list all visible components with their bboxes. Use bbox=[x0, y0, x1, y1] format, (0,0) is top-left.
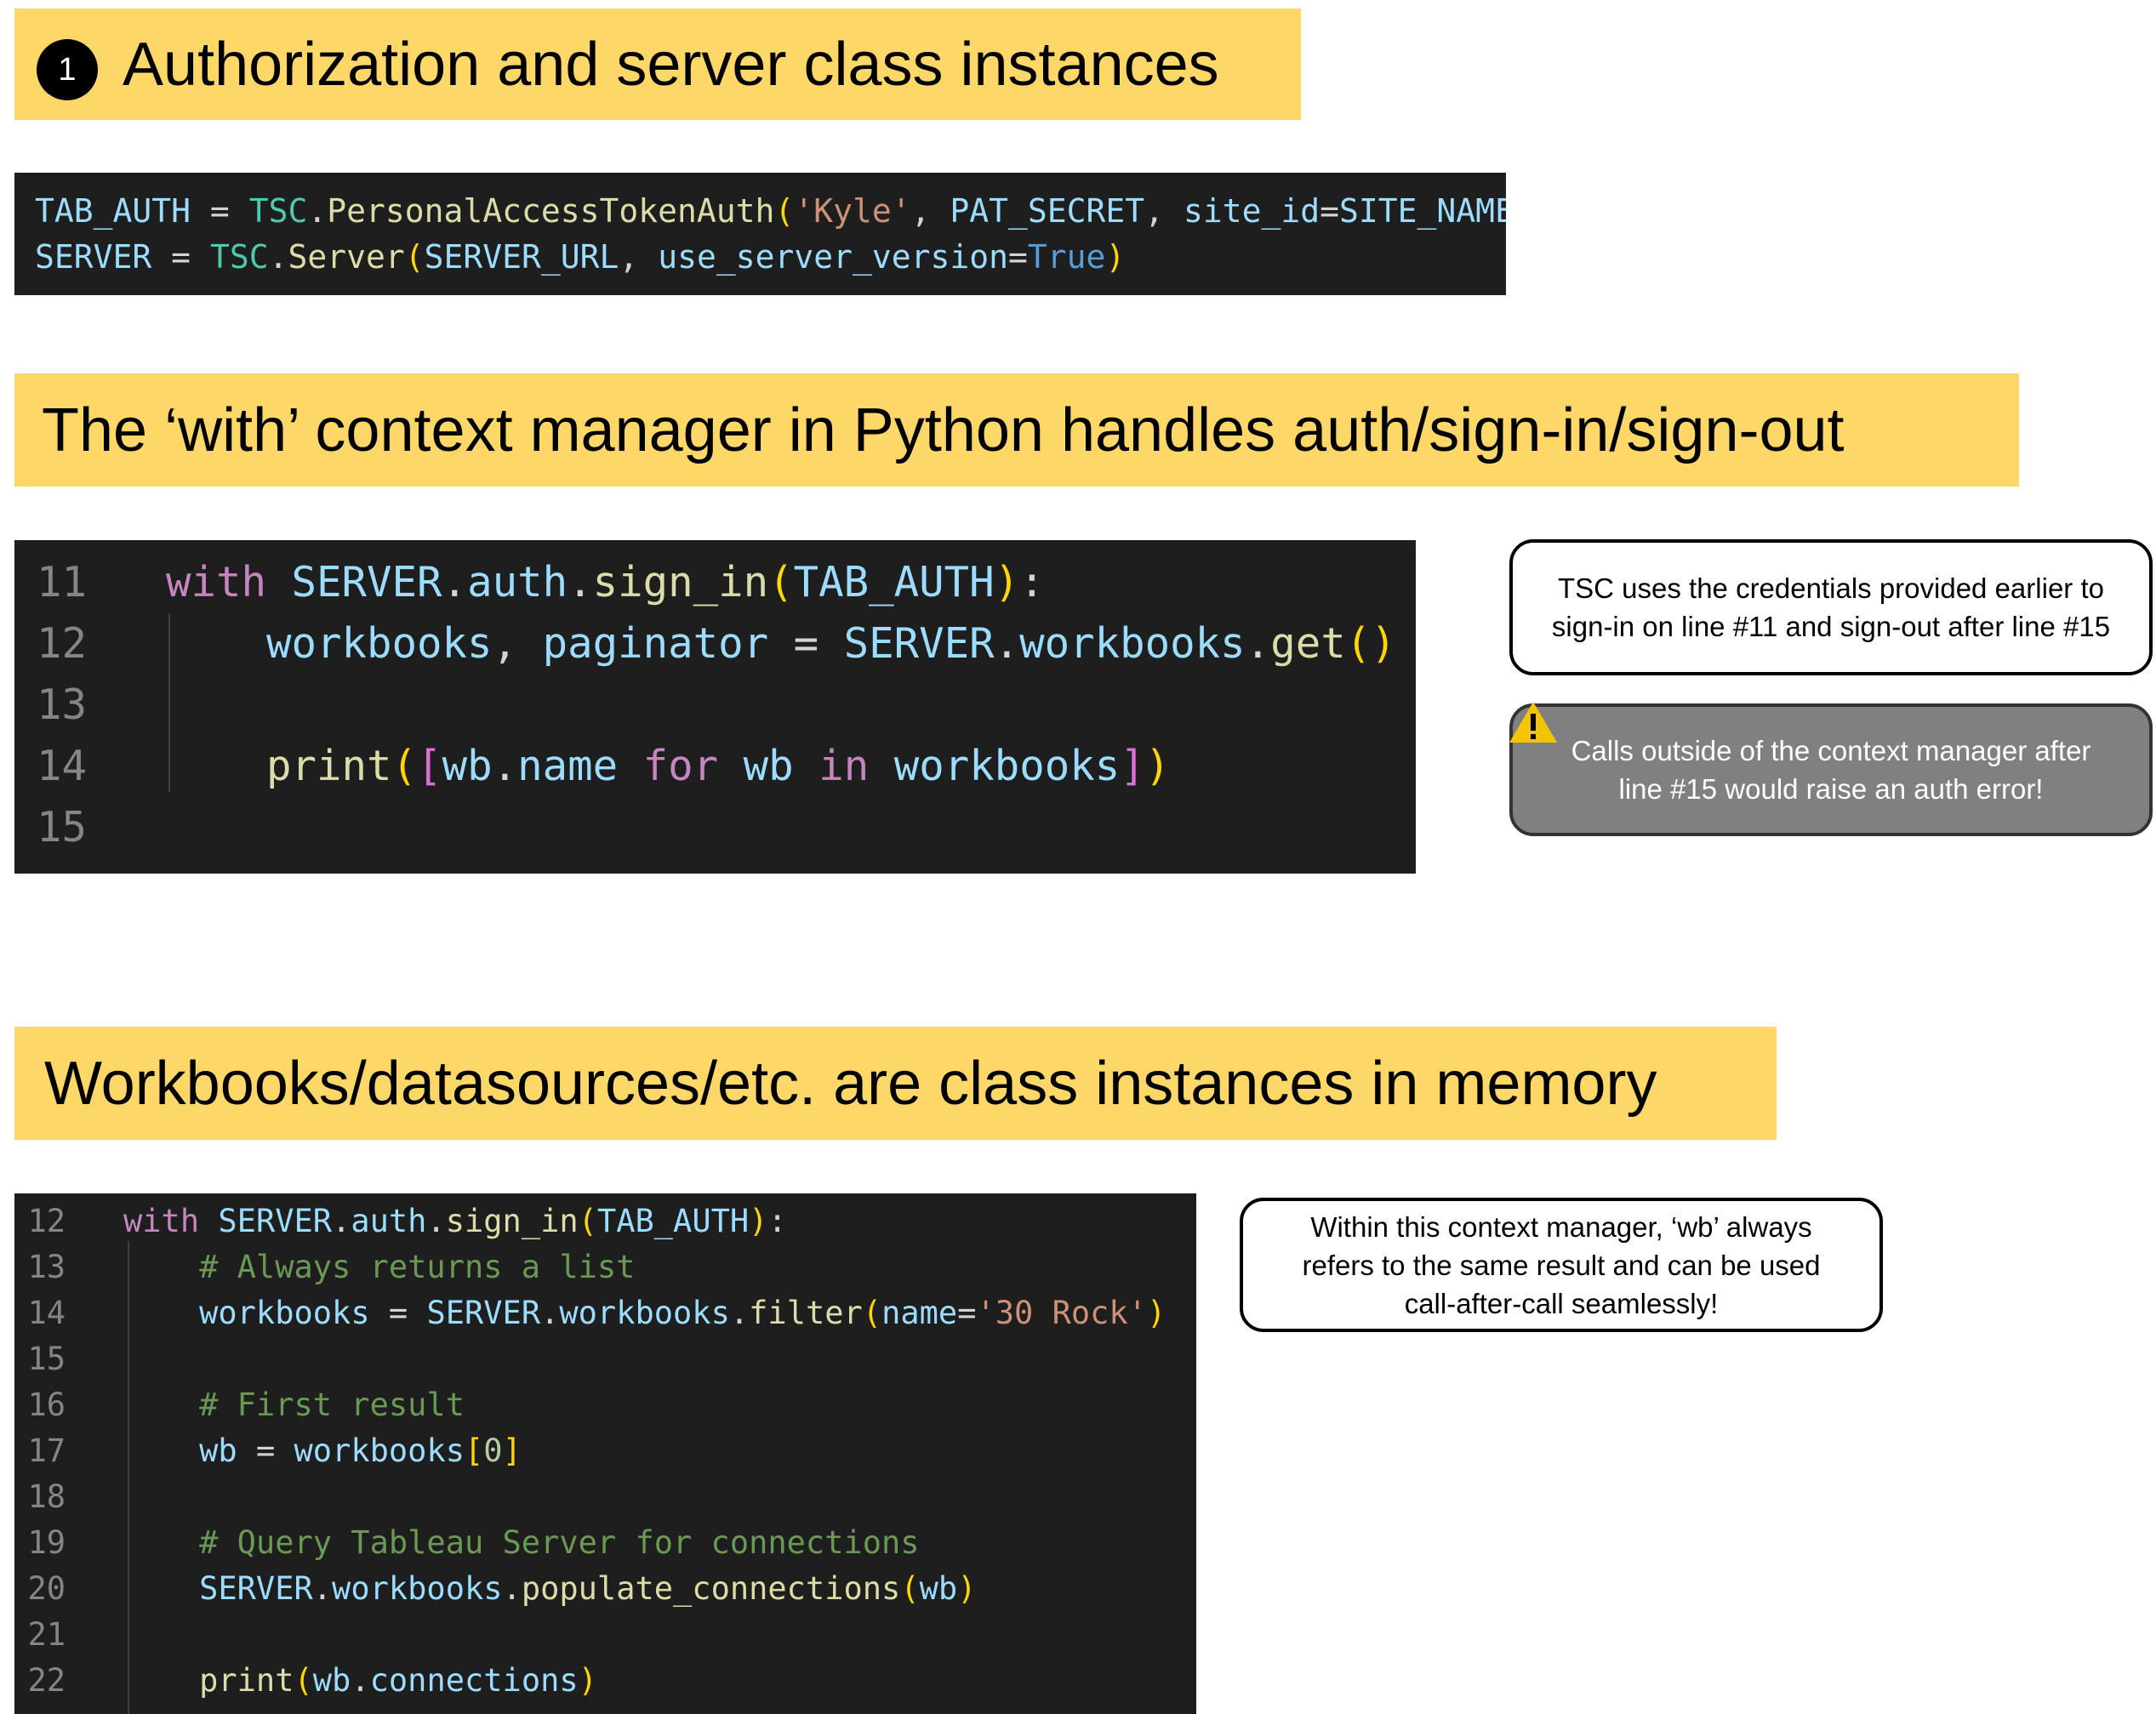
note-line: Within this context manager, ‘wb’ always bbox=[1310, 1210, 1812, 1243]
code-line: 15 bbox=[14, 797, 1416, 858]
code-line: 12 with SERVER.auth.sign_in(TAB_AUTH): bbox=[14, 1199, 1196, 1244]
code-line: 17 wb = workbooks[0] bbox=[14, 1428, 1196, 1474]
code-block-context-manager: 11 with SERVER.auth.sign_in(TAB_AUTH): 12 … bbox=[14, 540, 1416, 874]
line-number: 15 bbox=[36, 803, 87, 851]
line-number: 21 bbox=[27, 1616, 66, 1653]
section-title: Authorization and server class instances bbox=[123, 30, 1219, 99]
line-number: 14 bbox=[27, 1295, 66, 1331]
line-number: 11 bbox=[36, 558, 87, 606]
section-banner-authorization: 1 Authorization and server class instanc… bbox=[14, 9, 1301, 120]
code-line: 14 print([wb.name for wb in workbooks]) bbox=[14, 736, 1416, 797]
code-line: 21 bbox=[14, 1612, 1196, 1658]
code-line: SERVER = TSC.Server(SERVER_URL, use_serv… bbox=[35, 238, 1126, 276]
note-line: TSC uses the credentials provided earlie… bbox=[1557, 572, 2104, 604]
code-text: with SERVER.auth.sign_in(TAB_AUTH): bbox=[123, 1203, 787, 1239]
line-number: 14 bbox=[36, 742, 87, 790]
note-line: line #15 would raise an auth error! bbox=[1618, 773, 2044, 805]
code-line: 12 workbooks, paginator = SERVER.workboo… bbox=[14, 613, 1416, 675]
code-line: 16 # First result bbox=[14, 1382, 1196, 1428]
code-text: print(wb.connections) bbox=[199, 1662, 597, 1699]
section-title: Workbooks/datasources/etc. are class ins… bbox=[44, 1049, 1657, 1118]
line-number: 15 bbox=[27, 1341, 66, 1377]
line-number: 12 bbox=[36, 619, 87, 668]
code-text: wb = workbooks[0] bbox=[199, 1432, 522, 1469]
wb-reference-note: Within this context manager, ‘wb’ always… bbox=[1240, 1198, 1883, 1332]
note-line: refers to the same result and can be use… bbox=[1302, 1249, 1821, 1281]
code-block-auth: TAB_AUTH = TSC.PersonalAccessTokenAuth('… bbox=[14, 173, 1506, 295]
step-number-badge: 1 bbox=[37, 39, 98, 100]
code-line: 13 # Always returns a list bbox=[14, 1244, 1196, 1290]
code-line: 11 with SERVER.auth.sign_in(TAB_AUTH): bbox=[14, 552, 1416, 613]
code-text: workbooks = SERVER.workbooks.filter(name… bbox=[199, 1295, 1166, 1331]
line-number: 13 bbox=[27, 1249, 66, 1285]
line-number: 17 bbox=[27, 1432, 66, 1469]
section-banner-class-instances: Workbooks/datasources/etc. are class ins… bbox=[14, 1027, 1777, 1140]
code-text: # First result bbox=[123, 1387, 465, 1423]
code-line: TAB_AUTH = TSC.PersonalAccessTokenAuth('… bbox=[35, 192, 1506, 230]
code-line: 15 bbox=[14, 1336, 1196, 1382]
code-line: 13 bbox=[14, 675, 1416, 736]
line-number: 19 bbox=[27, 1524, 66, 1561]
note-line: sign-in on line #11 and sign-out after l… bbox=[1551, 611, 2111, 642]
line-number: 13 bbox=[36, 680, 87, 729]
code-text: # Query Tableau Server for connections bbox=[123, 1524, 920, 1561]
code-text: SERVER.workbooks.populate_connections(wb… bbox=[199, 1570, 977, 1607]
code-block-workbooks: 12 with SERVER.auth.sign_in(TAB_AUTH): 13 … bbox=[14, 1193, 1196, 1714]
line-number: 16 bbox=[27, 1387, 66, 1423]
note-line: call-after-call seamlessly! bbox=[1404, 1287, 1719, 1319]
code-text: print([wb.name for wb in workbooks]) bbox=[266, 742, 1171, 790]
note-line: Calls outside of the context manager aft… bbox=[1571, 735, 2091, 766]
code-text: workbooks, paginator = SERVER.workbooks.… bbox=[266, 619, 1396, 668]
section-banner-context-manager: The ‘with’ context manager in Python han… bbox=[14, 373, 2019, 487]
line-number: 12 bbox=[27, 1203, 66, 1239]
warning-triangle-icon bbox=[1509, 702, 1557, 743]
line-number: 22 bbox=[27, 1662, 66, 1699]
code-text: # Always returns a list bbox=[123, 1249, 636, 1285]
section-title: The ‘with’ context manager in Python han… bbox=[42, 396, 1845, 464]
code-text: with SERVER.auth.sign_in(TAB_AUTH): bbox=[166, 558, 1045, 606]
code-line: 18 bbox=[14, 1474, 1196, 1520]
code-line: 20 SERVER.workbooks.populate_connections… bbox=[14, 1566, 1196, 1612]
credentials-note: TSC uses the credentials provided earlie… bbox=[1509, 539, 2153, 675]
line-number: 18 bbox=[27, 1478, 66, 1515]
auth-warning-note: Calls outside of the context manager aft… bbox=[1509, 702, 2153, 836]
line-number: 20 bbox=[27, 1570, 66, 1607]
code-line: 14 workbooks = SERVER.workbooks.filter(n… bbox=[14, 1290, 1196, 1336]
code-line: 19 # Query Tableau Server for connection… bbox=[14, 1520, 1196, 1566]
code-line: 22 print(wb.connections) bbox=[14, 1658, 1196, 1704]
